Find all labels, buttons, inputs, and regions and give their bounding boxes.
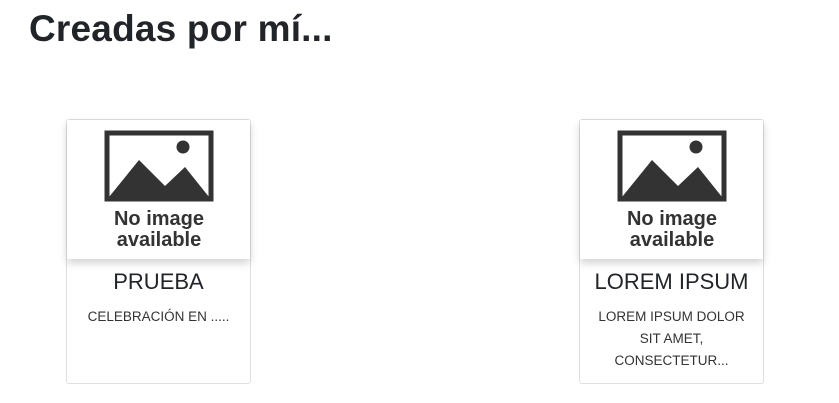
image-placeholder-icon: No image available [617,130,727,251]
no-image-text-line2: available [117,229,202,251]
no-image-text-line1: No image [627,208,717,230]
no-image-placeholder[interactable]: No image available [67,120,250,259]
page: Creadas por mí... No image available PRU… [0,0,839,403]
card-title[interactable]: PRUEBA [67,269,250,295]
card-description: CELEBRACIÓN EN ..... [87,309,230,324]
card-description: LOREM IPSUM DOLOR SIT AMET, CONSECTETUR.… [598,309,745,368]
section-title: Creadas por mí... [29,8,333,49]
card-title[interactable]: LOREM IPSUM [580,269,763,295]
event-card[interactable]: No image available LOREM IPSUM LOREM IPS… [579,119,764,384]
image-placeholder-icon: No image available [104,130,214,251]
no-image-placeholder[interactable]: No image available [580,120,763,259]
no-image-text-line1: No image [114,208,204,230]
event-card[interactable]: No image available PRUEBA CELEBRACIÓN EN… [66,119,251,384]
no-image-text-line2: available [630,229,715,251]
